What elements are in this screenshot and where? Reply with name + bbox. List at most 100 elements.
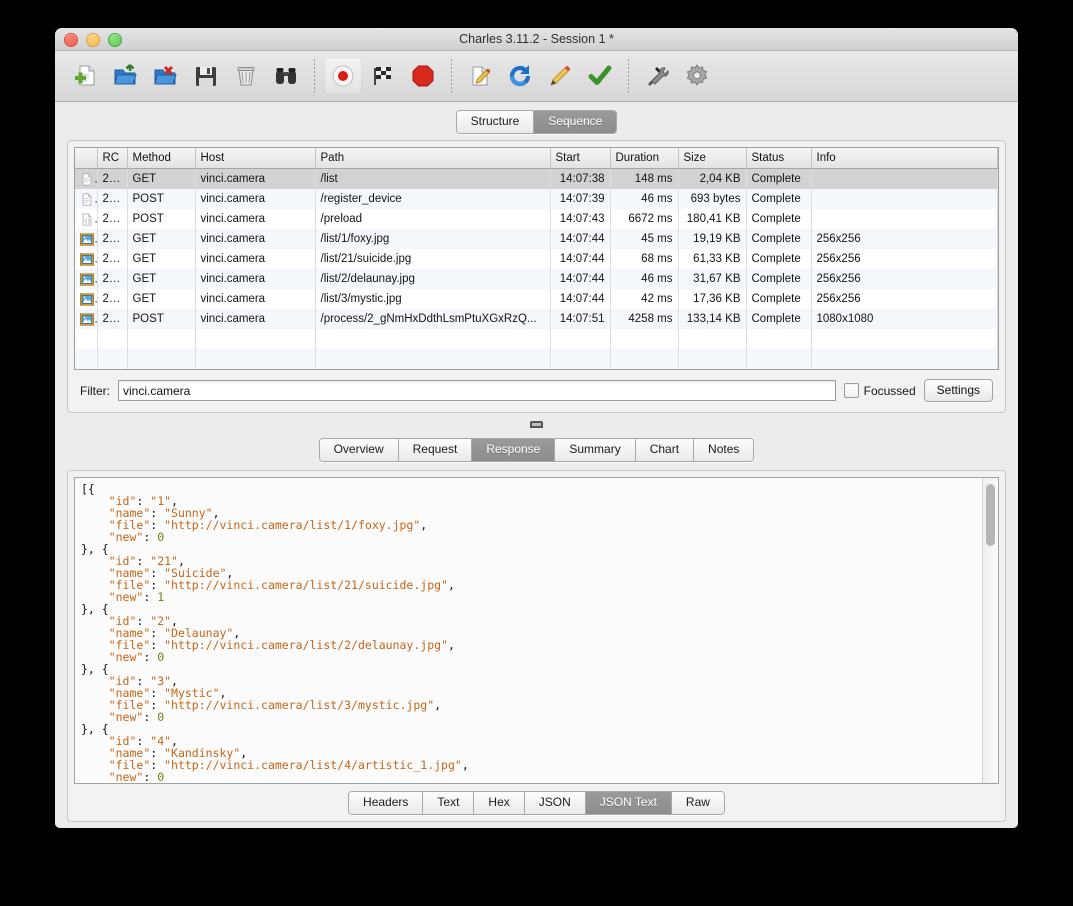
splitter-handle[interactable] bbox=[530, 420, 543, 428]
cell-host: vinci.camera bbox=[195, 209, 316, 229]
cell-method: POST bbox=[127, 189, 196, 209]
cell-empty bbox=[75, 329, 98, 349]
table-row[interactable]: 200 GET vinci.camera/list/1/foxy.jpg 14:07:… bbox=[75, 229, 998, 249]
settings-gear-icon[interactable] bbox=[678, 57, 716, 95]
repeat-icon[interactable] bbox=[501, 57, 539, 95]
validate-checkmark-icon[interactable] bbox=[581, 57, 619, 95]
cell-empty bbox=[195, 329, 316, 349]
col-start[interactable]: Start bbox=[550, 148, 611, 169]
throttle-icon[interactable] bbox=[364, 57, 402, 95]
col-method[interactable]: Method bbox=[127, 148, 196, 169]
tab-headers[interactable]: Headers bbox=[349, 792, 424, 814]
cell-host: vinci.camera bbox=[195, 168, 316, 189]
json-line: [{ bbox=[81, 483, 976, 495]
minimize-window-button[interactable] bbox=[86, 33, 100, 47]
close-window-button[interactable] bbox=[64, 33, 78, 47]
cell-method: GET bbox=[127, 168, 196, 189]
col-host[interactable]: Host bbox=[195, 148, 316, 169]
focussed-checkbox[interactable] bbox=[843, 383, 859, 398]
tab-json[interactable]: JSON bbox=[524, 792, 586, 814]
json-token: 0 bbox=[157, 710, 165, 724]
new-session-icon[interactable] bbox=[67, 57, 105, 95]
cell-status: Complete bbox=[746, 168, 812, 189]
image-icon bbox=[75, 309, 98, 329]
zoom-window-button[interactable] bbox=[108, 33, 122, 47]
col-path[interactable]: Path bbox=[315, 148, 551, 169]
find-icon[interactable] bbox=[267, 57, 305, 95]
col-rc[interactable]: RC bbox=[97, 148, 128, 169]
table-row[interactable]: 200 POST vinci.camera/register_device 14:07… bbox=[75, 189, 998, 209]
col-size[interactable]: Size bbox=[678, 148, 747, 169]
json-line: }, { bbox=[81, 663, 976, 675]
table-row[interactable]: {} 200 POST vinci.camera/preload 14:07:43 667… bbox=[75, 209, 998, 229]
tab-structure[interactable]: Structure bbox=[456, 111, 535, 133]
trash-icon[interactable] bbox=[227, 57, 265, 95]
tab-response[interactable]: Response bbox=[472, 439, 556, 461]
cell-method: GET bbox=[127, 249, 196, 269]
panel-splitter[interactable] bbox=[55, 413, 1018, 435]
cell-path: /process/2_gNmHxDdthLsmPtuXGxRzQ... bbox=[315, 309, 551, 329]
tab-overview[interactable]: Overview bbox=[319, 439, 399, 461]
filter-input[interactable] bbox=[118, 380, 836, 401]
window-title: Charles 3.11.2 - Session 1 * bbox=[459, 32, 614, 46]
format-tabs-segmented: Headers Text Hex JSON JSON Text Raw bbox=[348, 791, 725, 815]
cell-empty bbox=[97, 349, 128, 369]
settings-button[interactable]: Settings bbox=[923, 379, 993, 402]
compose-icon[interactable] bbox=[461, 57, 499, 95]
edit-icon[interactable] bbox=[541, 57, 579, 95]
table-row[interactable]: 200 GET vinci.camera/list 14:07:38 148 ms 2,0… bbox=[75, 168, 998, 189]
col-info[interactable]: Info bbox=[811, 148, 998, 169]
focussed-checkbox-wrap[interactable]: Focussed bbox=[843, 383, 916, 398]
tab-json-text[interactable]: JSON Text bbox=[585, 792, 672, 814]
cell-empty bbox=[746, 329, 812, 349]
cell-path: /register_device bbox=[315, 189, 551, 209]
cell-status: Complete bbox=[746, 209, 812, 229]
cell-start: 14:07:44 bbox=[550, 269, 611, 289]
json-token: , bbox=[434, 698, 442, 712]
filter-row: Filter: Focussed Settings bbox=[74, 370, 999, 406]
json-line: "new": 0 bbox=[81, 771, 976, 783]
tab-notes[interactable]: Notes bbox=[694, 439, 754, 461]
cell-duration: 68 ms bbox=[610, 249, 679, 269]
json-token: "http://vinci.camera/list/2/delaunay.jpg… bbox=[164, 638, 448, 652]
tab-summary[interactable]: Summary bbox=[555, 439, 636, 461]
json-line: "file": "http://vinci.camera/list/21/sui… bbox=[81, 579, 976, 591]
view-toggle: Structure Sequence bbox=[55, 102, 1018, 140]
tab-request[interactable]: Request bbox=[398, 439, 473, 461]
cell-rc: 200 bbox=[97, 289, 128, 309]
json-scrollbar-thumb[interactable] bbox=[986, 484, 995, 546]
json-scrollbar[interactable] bbox=[982, 478, 998, 783]
col-duration[interactable]: Duration bbox=[610, 148, 679, 169]
table-header-row: RC Method Host Path Start Duration Size … bbox=[75, 148, 998, 169]
close-session-icon[interactable] bbox=[147, 57, 185, 95]
cell-empty bbox=[97, 329, 128, 349]
cell-empty bbox=[678, 349, 747, 369]
cell-path: /list/2/delaunay.jpg bbox=[315, 269, 551, 289]
json-token: , bbox=[420, 518, 428, 532]
table-row[interactable]: 200 POST vinci.camera/process/2_gNmHxDdthL… bbox=[75, 309, 998, 329]
save-session-icon[interactable] bbox=[187, 57, 225, 95]
tab-hex[interactable]: Hex bbox=[474, 792, 525, 814]
open-session-icon[interactable] bbox=[107, 57, 145, 95]
tab-chart[interactable]: Chart bbox=[635, 439, 695, 461]
tab-sequence[interactable]: Sequence bbox=[534, 111, 617, 133]
cell-info: 1080x1080 bbox=[811, 309, 998, 329]
json-token: "http://vinci.camera/list/3/mystic.jpg" bbox=[164, 698, 435, 712]
image-icon bbox=[75, 249, 98, 269]
detail-tabs-segmented: Overview Request Response Summary Chart Notes bbox=[318, 438, 755, 462]
col-status[interactable]: Status bbox=[746, 148, 812, 169]
json-token: "new" bbox=[108, 710, 144, 724]
stop-icon[interactable] bbox=[404, 57, 442, 95]
image-icon bbox=[75, 269, 98, 289]
col-icon[interactable] bbox=[75, 148, 98, 169]
code-icon: {} bbox=[75, 209, 98, 229]
table-row[interactable]: 200 GET vinci.camera/list/2/delaunay.jpg 14… bbox=[75, 269, 998, 289]
tools-icon[interactable] bbox=[638, 57, 676, 95]
tab-raw[interactable]: Raw bbox=[671, 792, 724, 814]
table-row[interactable]: 200 GET vinci.camera/list/21/suicide.jpg 14… bbox=[75, 249, 998, 269]
json-text-view[interactable]: [{ "id": "1", "name": "Sunny", "file": "… bbox=[74, 477, 999, 784]
tab-text[interactable]: Text bbox=[423, 792, 475, 814]
record-icon[interactable] bbox=[324, 57, 362, 95]
table-row[interactable]: 200 GET vinci.camera/list/3/mystic.jpg 14:0… bbox=[75, 289, 998, 309]
